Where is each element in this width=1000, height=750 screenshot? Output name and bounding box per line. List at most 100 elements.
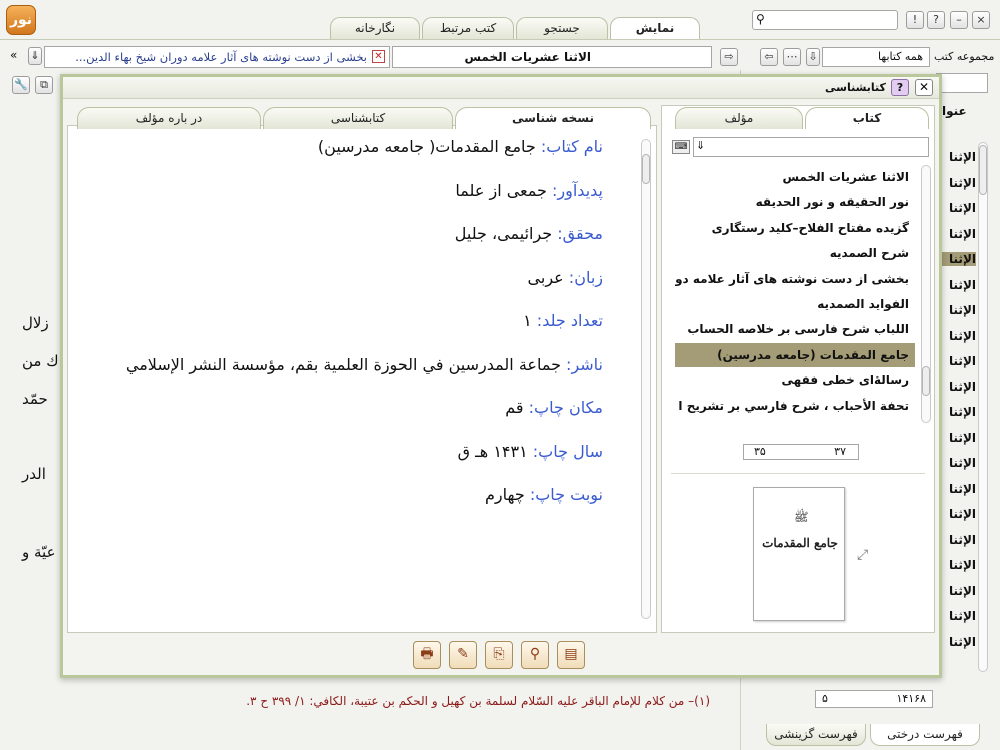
- right-list-item[interactable]: الإثنا: [936, 558, 976, 572]
- tab-copy-info[interactable]: نسخه شناسی: [455, 107, 651, 129]
- down-arrow-button[interactable]: ⇓: [28, 47, 42, 65]
- right-list-item[interactable]: الإثنا: [936, 278, 976, 292]
- search-icon: ⚲: [756, 12, 765, 26]
- tab-search[interactable]: جستجو: [516, 17, 608, 39]
- global-search-input[interactable]: ⚲: [752, 10, 898, 30]
- edit-button[interactable]: ✎: [449, 641, 477, 669]
- down-arrow-icon[interactable]: ⇓: [696, 139, 705, 152]
- wrench-icon[interactable]: 🔧: [12, 76, 30, 94]
- info-row: پدیدآور: جمعى از علما: [455, 181, 603, 200]
- top-divider: [0, 39, 1000, 40]
- book-list-scroll-thumb[interactable]: [922, 366, 930, 396]
- book-list-item[interactable]: اللباب شرح فارسى بر خلاصه الحساب: [675, 317, 915, 341]
- tab-tree-index[interactable]: فهرست درختی: [870, 724, 980, 746]
- alert-button[interactable]: !: [906, 11, 924, 29]
- right-list-item[interactable]: الإثنا: [936, 227, 976, 241]
- right-list-item[interactable]: الإثنا: [936, 635, 976, 649]
- right-scrollbar[interactable]: [978, 142, 988, 672]
- right-list-item[interactable]: الإثنا: [936, 176, 976, 190]
- info-row: نام کتاب: جامع المقدمات( جامعه مدرسين): [318, 137, 603, 156]
- bibliography-dialog: کتابشناسی ? ✕ کتاب مؤلف ⌨ ⇓ الاثنا عشريا…: [60, 74, 942, 678]
- right-scroll-thumb[interactable]: [979, 145, 987, 195]
- info-label: نام کتاب:: [540, 137, 603, 156]
- book-list-item[interactable]: الفوايد الصمديه: [675, 292, 915, 316]
- info-scroll-thumb[interactable]: [642, 154, 650, 184]
- pager-current: ۳۷: [834, 445, 846, 458]
- right-list-item[interactable]: الإثنا: [936, 303, 976, 317]
- info-row: تعداد جلد: ۱: [523, 311, 603, 330]
- right-list-item[interactable]: الإثنا: [936, 150, 976, 164]
- dialog-close-button[interactable]: ✕: [915, 79, 933, 96]
- book-list-item[interactable]: الاثنا عشريات الخمس: [675, 165, 915, 189]
- export-icon: ⎘: [493, 646, 505, 662]
- forward-arrow-button[interactable]: ⇨: [720, 48, 738, 66]
- right-list-item[interactable]: الإثنا: [936, 507, 976, 521]
- close-icon[interactable]: ✕: [372, 50, 385, 63]
- info-value: قم: [505, 398, 529, 417]
- info-label: سال چاپ:: [532, 441, 603, 461]
- minimize-button[interactable]: –: [950, 11, 968, 29]
- book-list: الاثنا عشريات الخمس نور الحقيقه و نور الح…: [663, 165, 923, 425]
- close-button[interactable]: ×: [972, 11, 990, 29]
- right-total-value: ۱۴۱۶۸: [896, 692, 926, 705]
- open-tab-1[interactable]: الاثنا عشريات الخمس: [392, 46, 712, 68]
- tab-bibliography[interactable]: کتابشناسی: [263, 107, 453, 129]
- right-search-input[interactable]: [936, 73, 988, 93]
- info-scrollbar[interactable]: [641, 139, 651, 619]
- tab-book[interactable]: کتاب: [805, 107, 929, 129]
- keyboard-icon[interactable]: ⌨: [672, 140, 690, 154]
- right-list-item[interactable]: الإثنا: [936, 456, 976, 470]
- info-label: ناشر:: [566, 354, 603, 374]
- print-button[interactable]: 🖶: [413, 641, 441, 669]
- book-list-item[interactable]: رسالهٔ‌ای خطی فقهی: [675, 368, 915, 392]
- chevron-left-icon[interactable]: «: [10, 48, 17, 62]
- export-button[interactable]: ⎘: [485, 641, 513, 669]
- right-list-item[interactable]: الإثنا: [936, 201, 976, 215]
- info-value: جرائيمى، جليل: [454, 224, 558, 243]
- right-list-item[interactable]: الإثنا: [936, 354, 976, 368]
- info-row: مکان چاپ: قم: [505, 398, 603, 417]
- book-cover[interactable]: ﷺ جامع المقدمات: [753, 487, 845, 621]
- info-row: زبان: عربى: [528, 268, 603, 287]
- tab-gallery[interactable]: نگارخانه: [330, 17, 420, 39]
- book-list-item[interactable]: جامع المقدمات (جامعه مدرسين): [675, 342, 915, 367]
- right-list-item[interactable]: الإثنا: [936, 405, 976, 419]
- tab-display[interactable]: نمایش: [610, 17, 700, 39]
- book-list-scrollbar[interactable]: [921, 165, 931, 423]
- tab-related[interactable]: کتب مرتبط: [422, 17, 514, 39]
- book-list-item[interactable]: گزيده مفتاح الفلاح–كليد رستگارى: [675, 216, 915, 240]
- right-list-item[interactable]: الإثنا: [936, 609, 976, 623]
- book-list-item[interactable]: شرح الصمديه: [675, 241, 915, 265]
- right-list-item[interactable]: الإثنا: [936, 431, 976, 445]
- open-tab-2[interactable]: بخشى از دست نوشته هاى آثار علامه دوران ش…: [44, 46, 390, 68]
- book-list-item[interactable]: نور الحقيقه و نور الحديقه: [675, 190, 915, 214]
- tab-selected-index[interactable]: فهرست گزینشی: [766, 724, 866, 746]
- dialog-help-icon[interactable]: ?: [891, 79, 909, 96]
- search-button[interactable]: ⚲: [521, 641, 549, 669]
- right-list-item[interactable]: الإثنا: [936, 584, 976, 598]
- expand-icon[interactable]: ⤢: [857, 547, 868, 563]
- right-list-item[interactable]: الإثنا: [936, 329, 976, 343]
- back-arrow-button[interactable]: ⇦: [760, 48, 778, 66]
- right-list-item[interactable]: الإثنا: [936, 380, 976, 394]
- right-list-item[interactable]: الإثنا: [936, 482, 976, 496]
- tab-author[interactable]: مؤلف: [675, 107, 803, 129]
- compare-icon[interactable]: ⧉: [35, 76, 53, 94]
- right-list-item[interactable]: الإثنا: [936, 252, 976, 266]
- book-list-item[interactable]: بخشى از دست نوشته هاى آثار علامه دورا ..…: [675, 267, 915, 291]
- bg-text-1: زلال: [22, 314, 49, 332]
- info-value: ۱۴۳۱ هـ ق: [457, 441, 533, 461]
- open-tab-1-title: الاثنا عشريات الخمس: [464, 50, 591, 64]
- book-search-input[interactable]: ⇓: [693, 137, 929, 157]
- page-button[interactable]: ▤: [557, 641, 585, 669]
- help-button[interactable]: ?: [927, 11, 945, 29]
- right-list-item[interactable]: الإثنا: [936, 533, 976, 547]
- filter-down-button[interactable]: ⇩: [806, 48, 820, 66]
- bg-text-2: ك من: [22, 352, 59, 370]
- library-select[interactable]: همه کتابها: [822, 47, 930, 67]
- more-button[interactable]: ⋯: [783, 48, 801, 66]
- tab-about-author[interactable]: در باره مؤلف: [77, 107, 261, 129]
- pager-total: ۳۵: [754, 445, 766, 458]
- book-list-item[interactable]: تحفة الأحباب ، شرح فارسي بر تشريح ا ...: [675, 394, 915, 418]
- print-icon: 🖶: [420, 646, 434, 662]
